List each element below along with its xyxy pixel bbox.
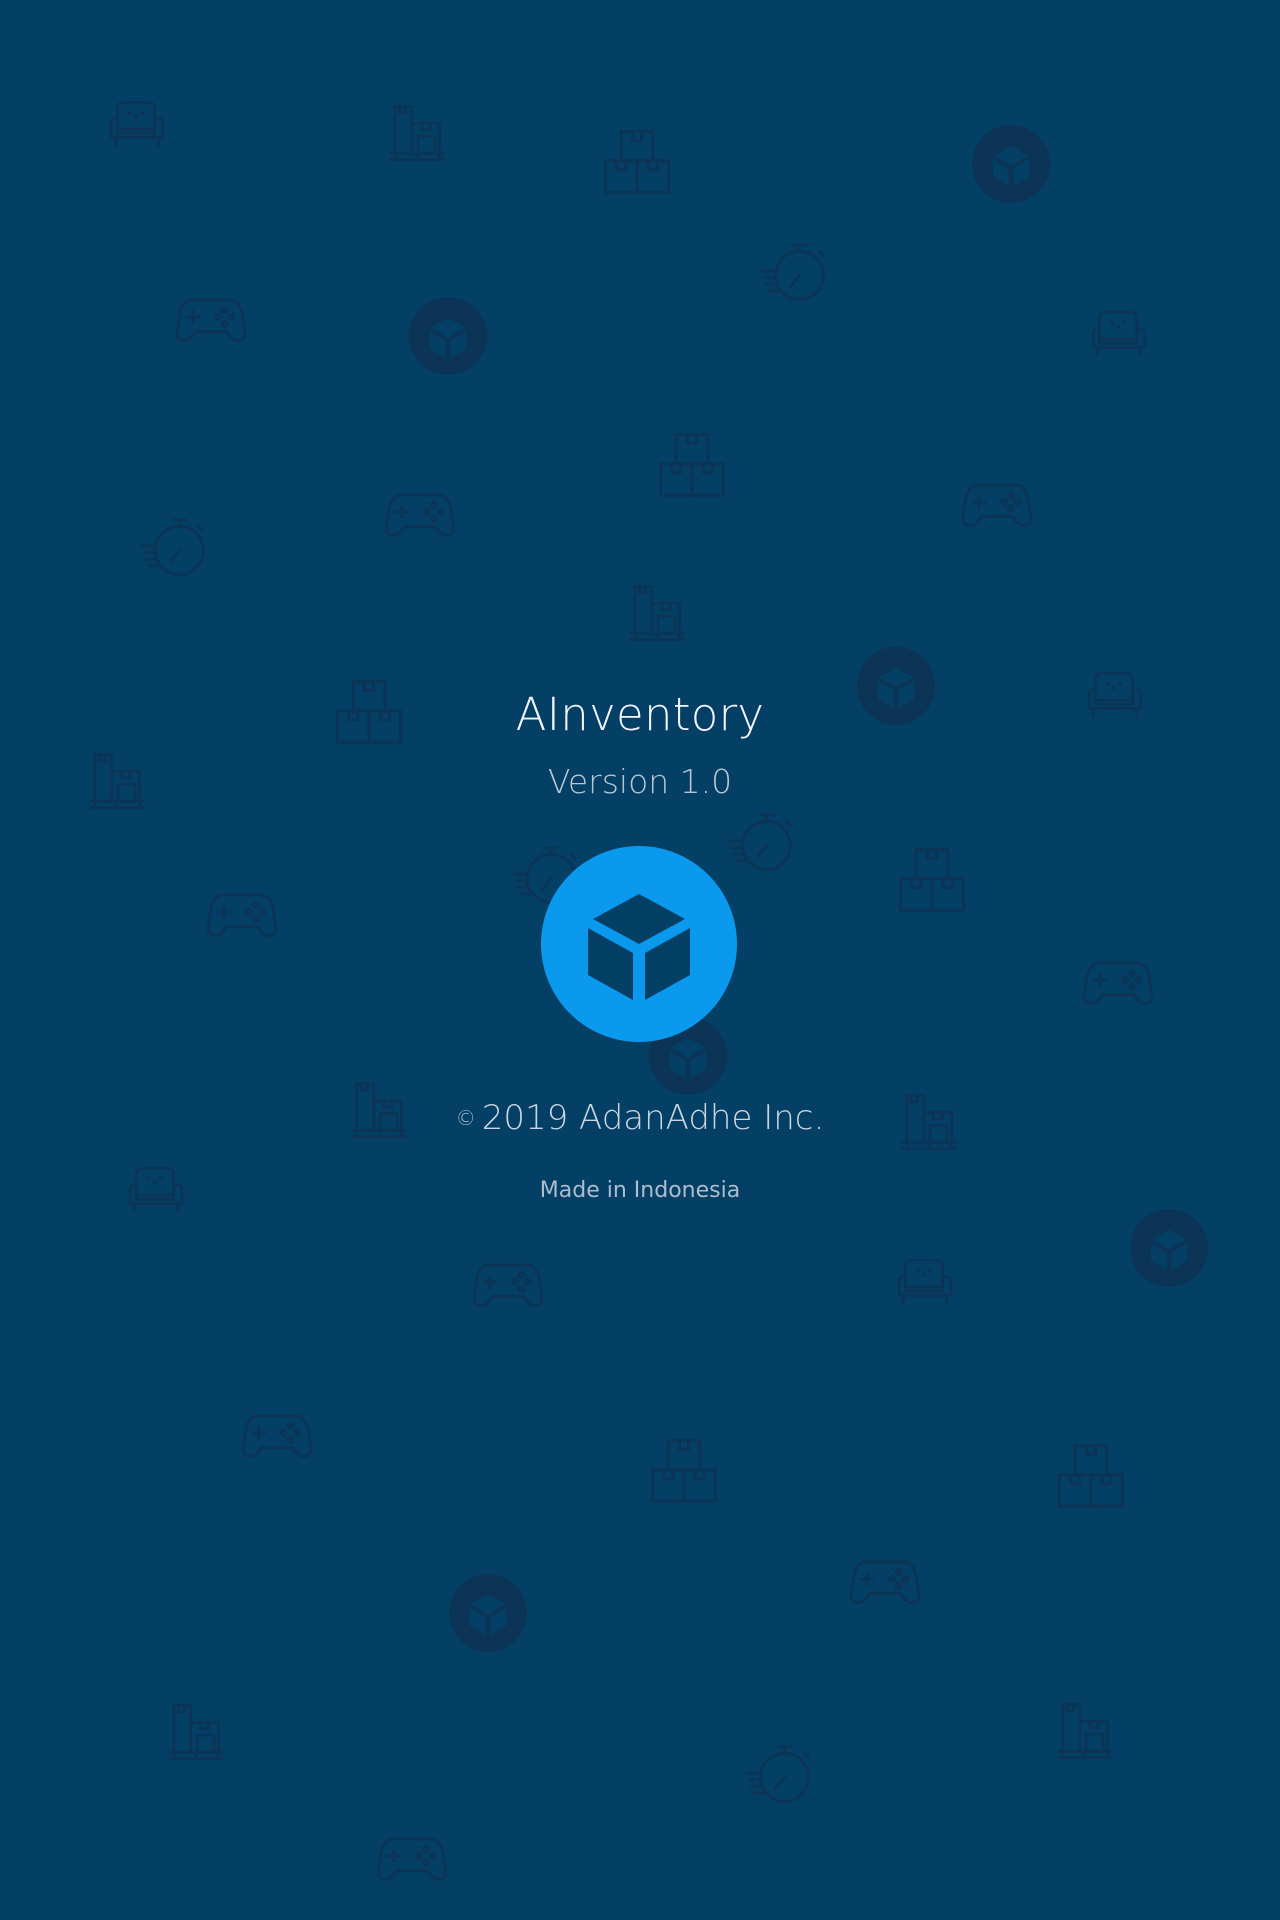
app-version: Version 1.0 — [547, 762, 733, 801]
made-in-label: Made in Indonesia — [539, 1178, 741, 1203]
cube-icon — [541, 846, 737, 1042]
splash-content: AInventory Version 1.0 © 2019 AdanAdhe In… — [0, 0, 1280, 1920]
app-title: AInventory — [515, 688, 765, 741]
copyright-notice: © 2019 AdanAdhe Inc. — [0, 1098, 1280, 1138]
copyright-symbol: © — [455, 1105, 476, 1130]
app-logo — [541, 846, 737, 1042]
copyright-text: 2019 AdanAdhe Inc. — [481, 1098, 825, 1138]
